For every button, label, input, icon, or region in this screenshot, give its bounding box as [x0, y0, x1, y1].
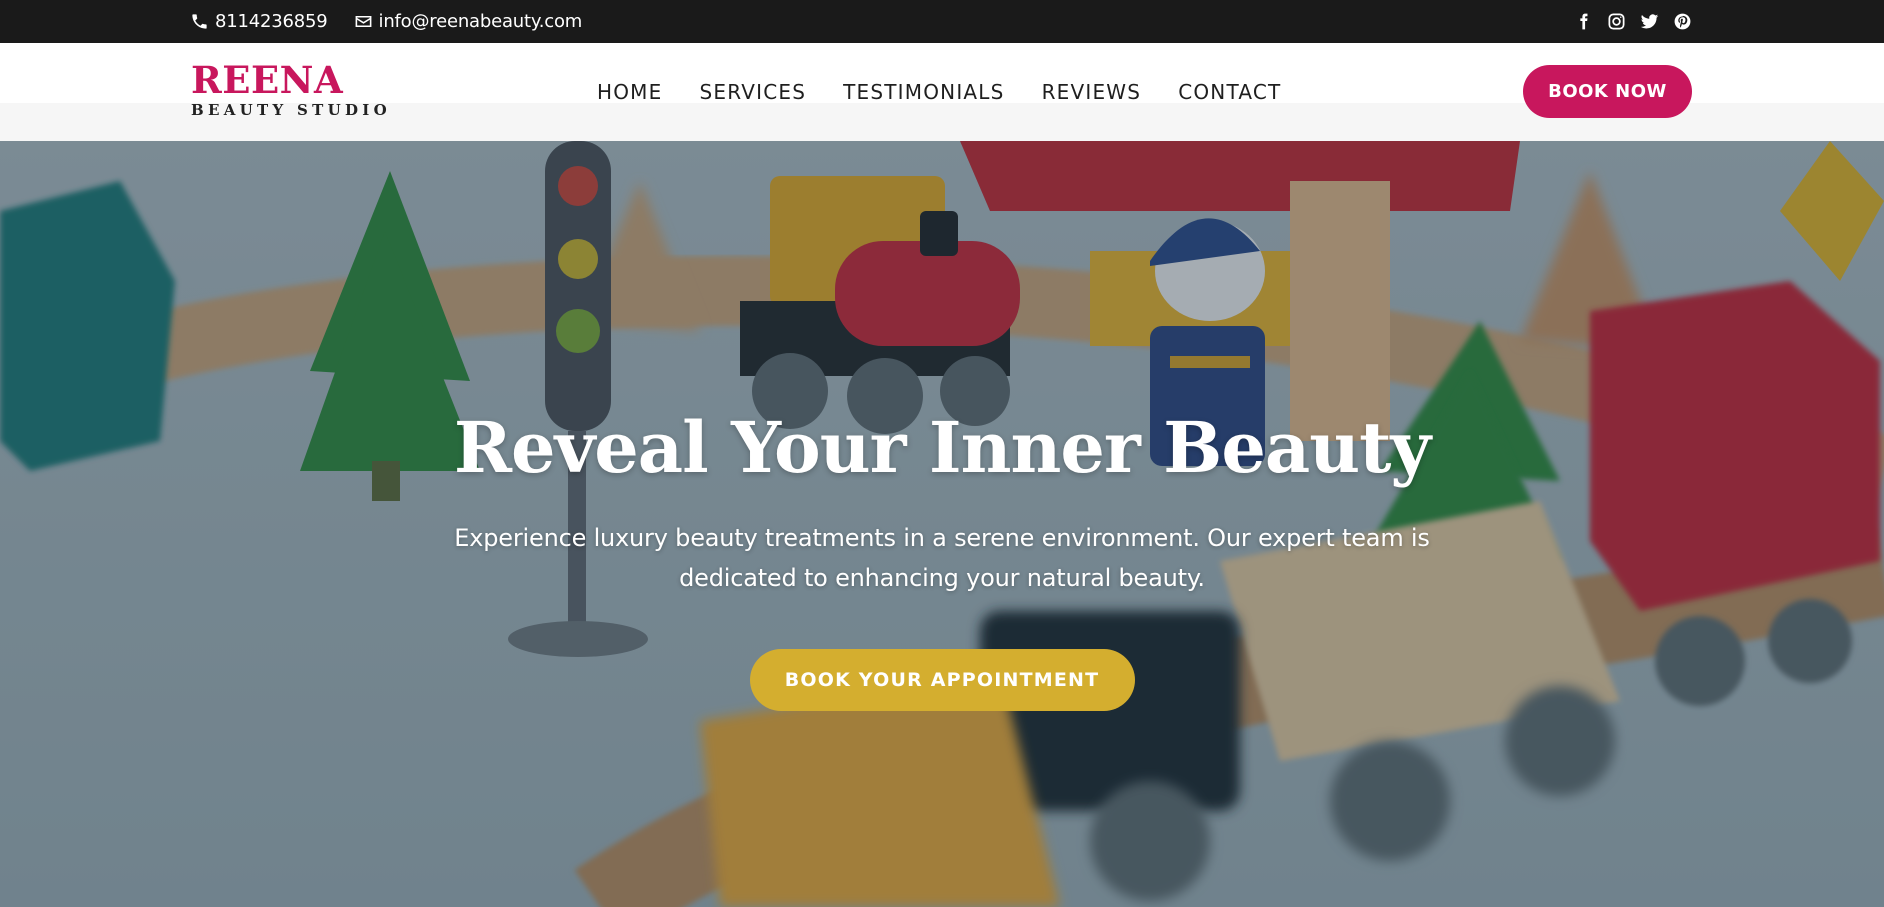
brand-logo[interactable]: REENA BEAUTY STUDIO [191, 58, 391, 120]
book-now-button[interactable]: BOOK NOW [1523, 65, 1692, 118]
email-address: info@reenabeauty.com [378, 11, 583, 32]
contact-info: 8114236859 info@reenabeauty.com [190, 0, 582, 43]
instagram-icon[interactable] [1607, 12, 1626, 31]
phone-number: 8114236859 [215, 11, 328, 32]
hero-content: Reveal Your Inner Beauty Experience luxu… [0, 406, 1884, 711]
nav-testimonials[interactable]: TESTIMONIALS [843, 80, 1004, 104]
book-appointment-button[interactable]: BOOK YOUR APPOINTMENT [749, 649, 1135, 711]
twitter-icon[interactable] [1640, 12, 1659, 31]
hero-subtitle: Experience luxury beauty treatments in a… [454, 524, 1430, 592]
top-bar: 8114236859 info@reenabeauty.com [0, 0, 1884, 43]
phone-contact[interactable]: 8114236859 [190, 11, 328, 32]
main-nav: HOME SERVICES TESTIMONIALS REVIEWS CONTA… [597, 43, 1281, 123]
logo-name: REENA [191, 58, 344, 102]
main-header: REENA BEAUTY STUDIO HOME SERVICES TESTIM… [0, 43, 1884, 141]
nav-reviews[interactable]: REVIEWS [1042, 80, 1142, 104]
nav-services[interactable]: SERVICES [699, 80, 806, 104]
hero-title: Reveal Your Inner Beauty [453, 406, 1431, 489]
envelope-icon [354, 12, 373, 31]
nav-contact[interactable]: CONTACT [1178, 80, 1281, 104]
facebook-icon[interactable] [1574, 12, 1593, 31]
email-contact[interactable]: info@reenabeauty.com [354, 11, 583, 32]
social-links [1574, 0, 1692, 43]
pinterest-icon[interactable] [1673, 12, 1692, 31]
logo-tagline: BEAUTY STUDIO [191, 101, 391, 119]
phone-icon [190, 12, 209, 31]
nav-home[interactable]: HOME [597, 80, 662, 104]
hero-section: Reveal Your Inner Beauty Experience luxu… [0, 141, 1884, 907]
